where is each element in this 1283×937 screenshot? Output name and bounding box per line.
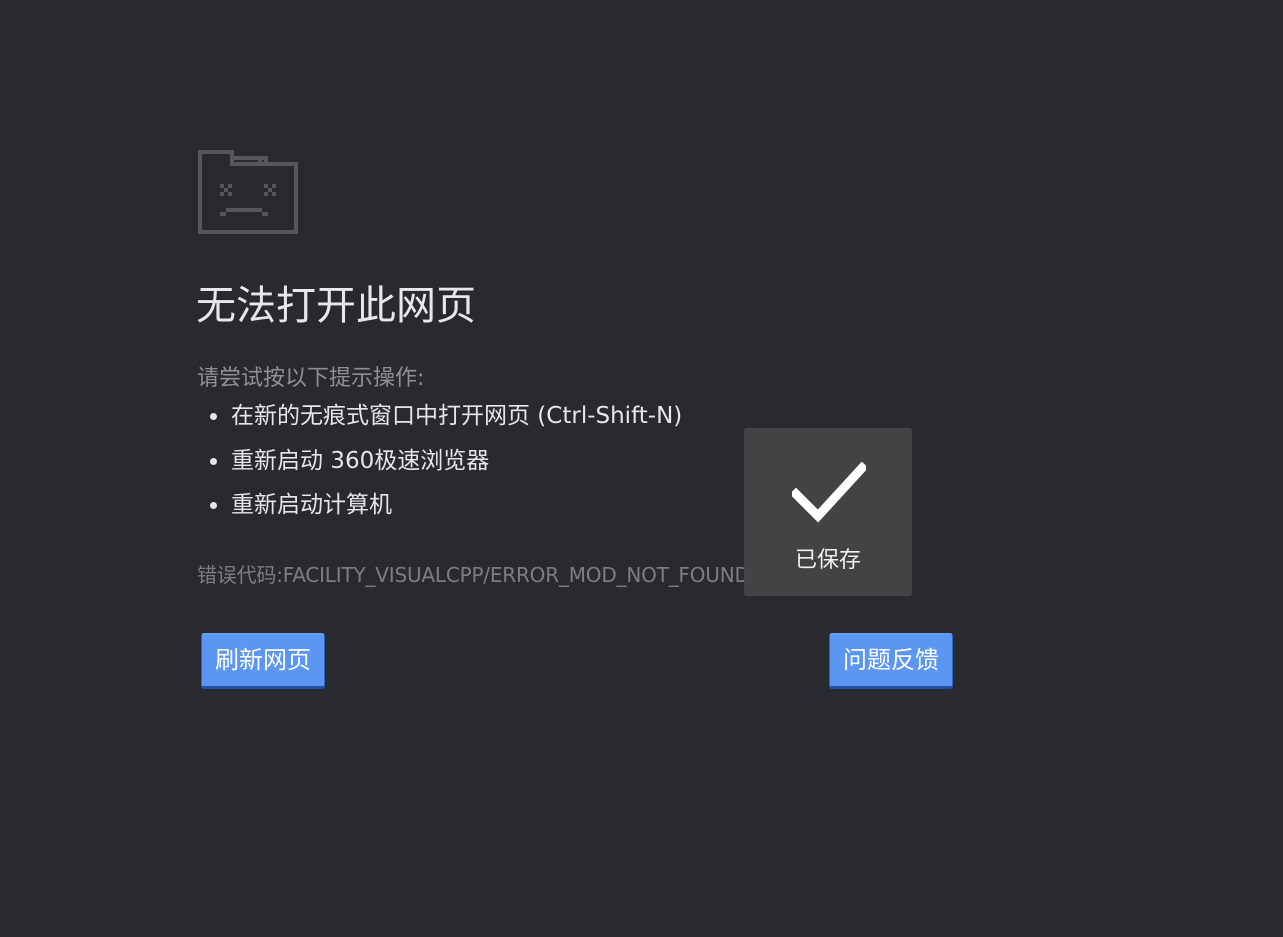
sad-folder-icon bbox=[198, 150, 298, 234]
suggestion-text: 在新的无痕式窗口中打开网页 (Ctrl-Shift-N) bbox=[231, 403, 683, 429]
saved-toast: 已保存 bbox=[744, 428, 912, 596]
bullet-icon bbox=[210, 502, 217, 509]
list-item: 在新的无痕式窗口中打开网页 (Ctrl-Shift-N) bbox=[208, 399, 682, 444]
refresh-button[interactable]: 刷新网页 bbox=[201, 633, 325, 689]
page-title: 无法打开此网页 bbox=[196, 283, 476, 329]
bullet-icon bbox=[210, 413, 217, 420]
error-code: 错误代码:FACILITY_VISUALCPP/ERROR_MOD_NOT_FO… bbox=[197, 561, 750, 589]
suggestion-text: 重新启动计算机 bbox=[231, 492, 392, 518]
error-page: 无法打开此网页 请尝试按以下提示操作: 在新的无痕式窗口中打开网页 (Ctrl-… bbox=[0, 0, 1283, 937]
feedback-button[interactable]: 问题反馈 bbox=[829, 633, 953, 689]
toast-label: 已保存 bbox=[794, 548, 861, 573]
bullet-icon bbox=[210, 457, 217, 465]
error-code-label: 错误代码: bbox=[197, 563, 283, 587]
suggestion-text: 重新启动 360极速浏览器 bbox=[231, 447, 490, 474]
list-item: 重新启动 360极速浏览器 bbox=[208, 444, 682, 489]
suggestion-heading: 请尝试按以下提示操作: bbox=[197, 366, 425, 391]
suggestion-list: 在新的无痕式窗口中打开网页 (Ctrl-Shift-N) 重新启动 360极速浏… bbox=[208, 399, 682, 533]
list-item: 重新启动计算机 bbox=[208, 488, 682, 533]
checkmark-icon bbox=[792, 462, 866, 523]
error-code-value: FACILITY_VISUALCPP/ERROR_MOD_NOT_FOUND bbox=[282, 563, 750, 587]
